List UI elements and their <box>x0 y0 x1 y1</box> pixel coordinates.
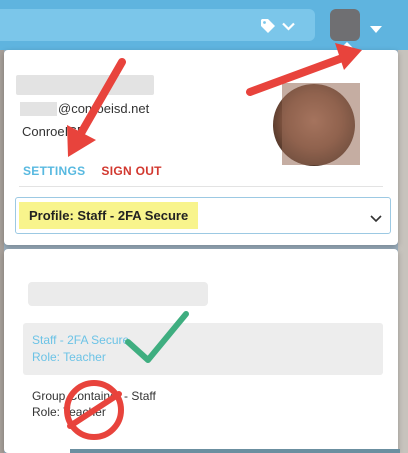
page: @conroeisd.net ConroeISD SETTINGS SIGN O… <box>0 0 408 453</box>
divider <box>19 186 383 187</box>
email-domain: @conroeisd.net <box>58 101 150 116</box>
profile-option-role: Role: Teacher <box>32 405 106 419</box>
dropdown-notch <box>339 42 355 50</box>
profile-option-group-container[interactable]: Group Container - Staff Role: Teacher <box>32 388 156 420</box>
tag-icon <box>260 18 276 34</box>
settings-link[interactable]: SETTINGS <box>23 164 85 178</box>
district-name: ConroeISD <box>22 124 87 139</box>
profile-option-staff-2fa[interactable]: Staff - 2FA Secure Role: Teacher <box>23 323 383 375</box>
redacted-name <box>28 282 208 306</box>
profile-photo-blur <box>282 83 360 165</box>
tag-filter-button[interactable] <box>260 15 310 37</box>
account-dropdown: @conroeisd.net ConroeISD SETTINGS SIGN O… <box>4 50 398 245</box>
profile-options-list: Staff - 2FA Secure Role: Teacher Group C… <box>4 249 398 453</box>
sign-out-link[interactable]: SIGN OUT <box>101 164 161 178</box>
caret-down-icon[interactable] <box>370 21 382 39</box>
account-links: SETTINGS SIGN OUT <box>23 164 162 178</box>
background-strip <box>70 449 400 453</box>
redacted-email-user <box>20 101 57 116</box>
profile-select[interactable]: Profile: Staff - 2FA Secure <box>15 197 391 234</box>
chevron-down-icon <box>282 22 295 31</box>
user-email: @conroeisd.net <box>20 101 149 116</box>
profile-select-value: Profile: Staff - 2FA Secure <box>19 202 199 229</box>
profile-option-role: Role: Teacher <box>32 350 106 364</box>
background-strip <box>398 50 408 453</box>
avatar[interactable] <box>330 9 360 41</box>
profile-option-title: Staff - 2FA Secure <box>32 333 130 347</box>
chevron-down-icon <box>370 210 382 228</box>
redacted-name <box>16 75 154 95</box>
profile-option-title: Group Container - Staff <box>32 389 156 403</box>
